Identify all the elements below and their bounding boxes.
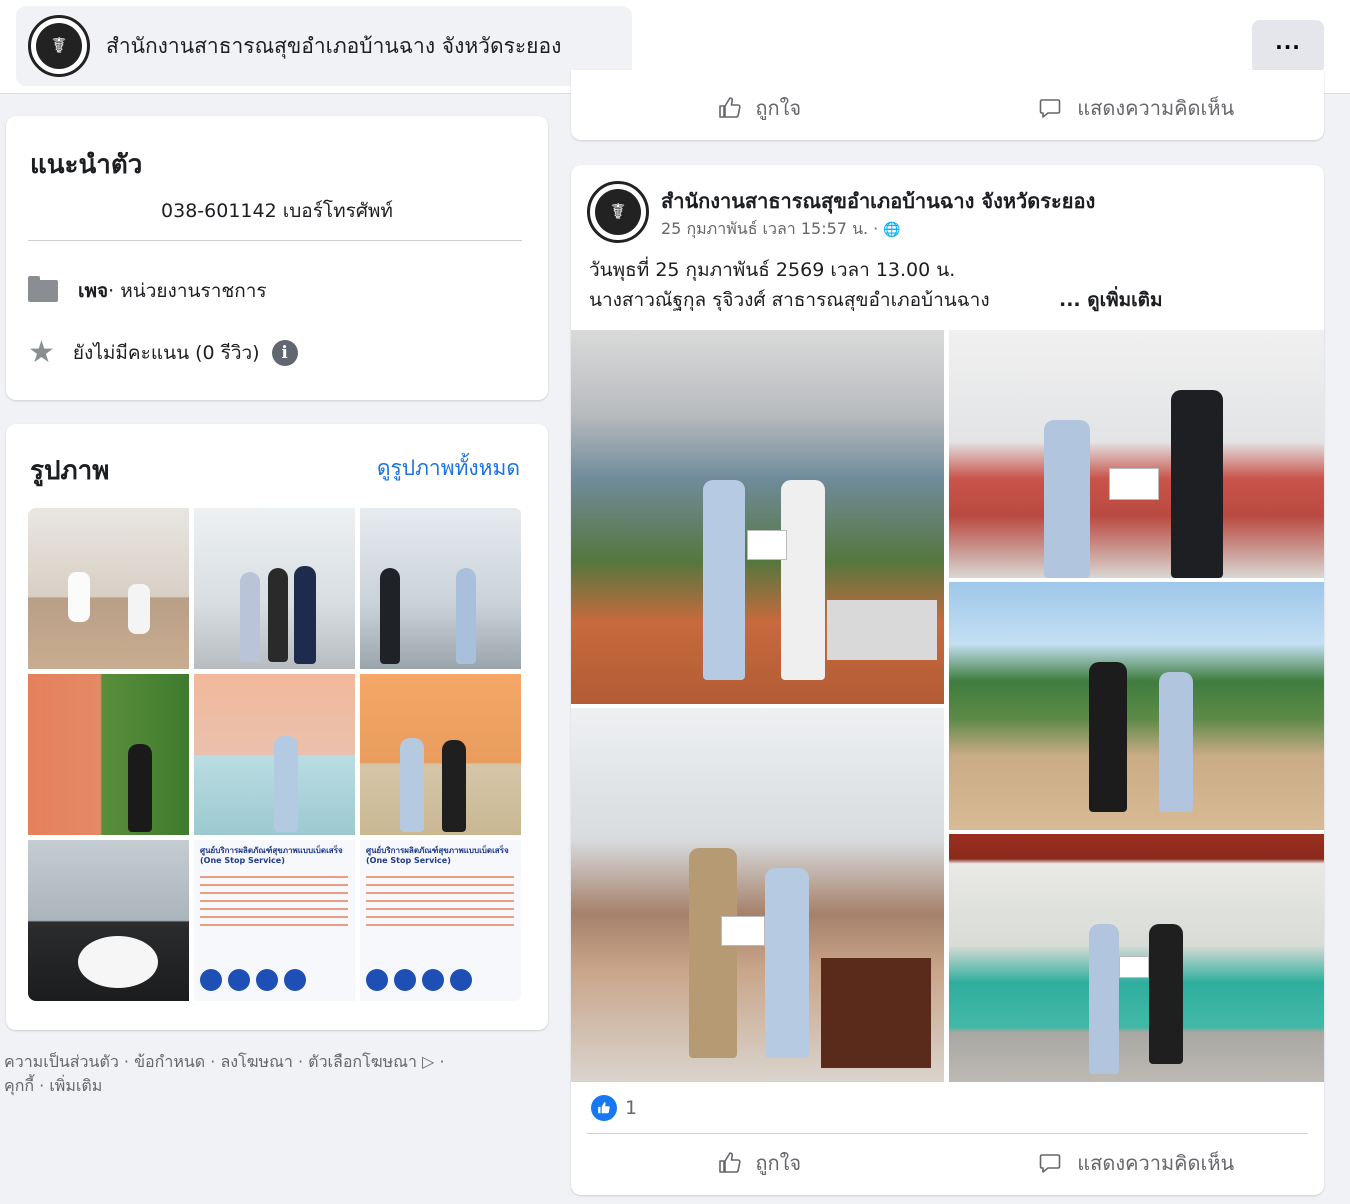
person-figure (1089, 924, 1119, 1074)
post-card: ☤ สำนักงานสาธารณสุขอำเภอบ้านฉาง จังหวัดร… (571, 165, 1324, 1195)
divider (587, 1133, 1308, 1134)
poster-text-block (200, 876, 348, 926)
rating-row: ★ ยังไม่มีคะแนน (0 รีวิว) i (28, 338, 298, 368)
person-figure (456, 568, 476, 664)
photo-thumbnail[interactable] (360, 508, 521, 669)
person-figure (400, 738, 424, 832)
certificate (721, 916, 765, 946)
photo-grid: ศูนย์บริการผลิตภัณฑ์สุขภาพแบบเบ็ดเสร็จ (… (28, 508, 522, 1001)
see-more-link[interactable]: ... ดูเพิ่มเติม (1059, 285, 1163, 315)
person-figure (1089, 662, 1127, 812)
see-all-photos-link[interactable]: ดูรูปภาพทั้งหมด (377, 452, 520, 485)
reaction-count: 1 (625, 1097, 638, 1119)
star-icon: ★ (28, 335, 55, 370)
photo-thumbnail[interactable] (194, 674, 355, 835)
post-photo[interactable] (949, 330, 1324, 578)
comment-label: แสดงความคิดเห็น (1077, 96, 1235, 120)
post-photo-grid (571, 330, 1324, 1082)
wooden-chair (821, 958, 931, 1068)
category-label: · หน่วยงานราชการ (108, 280, 267, 302)
comment-button[interactable]: แสดงความคิดเห็น (948, 92, 1325, 124)
photos-card: รูปภาพ ดูรูปภาพทั้งหมด ศูนย์บริการผลิตภั… (6, 424, 548, 1030)
post-author[interactable]: สำนักงานสาธารณสุขอำเภอบ้านฉาง จังหวัดระย… (661, 185, 1095, 217)
post-photo[interactable] (571, 330, 944, 704)
person-figure (1044, 420, 1090, 578)
poster-text-block (366, 876, 514, 926)
photo-thumbnail[interactable]: ศูนย์บริการผลิตภัณฑ์สุขภาพแบบเบ็ดเสร็จ (… (194, 840, 355, 1001)
person-figure (781, 480, 825, 680)
comment-icon (1039, 99, 1061, 118)
like-label: ถูกใจ (755, 1151, 802, 1175)
post-photo[interactable] (949, 834, 1324, 1082)
post-text-line1: วันพุธที่ 25 กุมภาพันธ์ 2569 เวลา 13.00 … (589, 259, 956, 281)
rating-label: ยังไม่มีคะแนน (0 รีวิว) (72, 342, 260, 364)
more-options-button[interactable]: ··· (1252, 20, 1324, 74)
intro-card: แนะนำตัว 038-601142 เบอร์โทรศัพท์ เพจ · … (6, 116, 548, 400)
folder-icon (28, 276, 58, 302)
like-label: ถูกใจ (755, 96, 802, 120)
photo-thumbnail[interactable]: ศูนย์บริการผลิตภัณฑ์สุขภาพแบบเบ็ดเสร็จ (… (360, 840, 521, 1001)
page-name: สำนักงานสาธารณสุขอำเภอบ้านฉาง จังหวัดระย… (106, 33, 562, 58)
footer-links-line2[interactable]: คุกกี้ · เพิ่มเติม (4, 1074, 552, 1098)
photo-thumbnail[interactable] (28, 840, 189, 1001)
post-text-line2: นางสาวณัฐกุล รุจิวงศ์ สาธารณสุขอำเภอบ้าน… (589, 289, 990, 311)
phone-number: 038-601142 เบอร์โทรศัพท์ (161, 200, 393, 222)
like-button[interactable]: ถูกใจ (571, 92, 948, 124)
action-bar: ถูกใจ แสดงความคิดเห็น (571, 92, 1324, 124)
divider (28, 240, 522, 241)
category-row: เพจ · หน่วยงานราชการ (28, 276, 267, 306)
person-figure (765, 868, 809, 1058)
certificate (747, 530, 787, 560)
person-figure (703, 480, 745, 680)
post-timestamp[interactable]: 25 กุมภาพันธ์ เวลา 15:57 น. · 🌐 (661, 217, 901, 242)
caduceus-icon: ☤ (36, 23, 82, 69)
comment-icon (1039, 1154, 1061, 1173)
person-figure (689, 848, 737, 1058)
thumbs-up-icon (719, 1152, 742, 1173)
footer-links: ความเป็นส่วนตัว · ข้อกำหนด · ลงโฆษณา · ต… (4, 1050, 552, 1098)
person-figure (442, 740, 466, 832)
photo-thumbnail[interactable] (194, 508, 355, 669)
photo-thumbnail[interactable] (28, 508, 189, 669)
certificate (1109, 468, 1159, 500)
photos-title: รูปภาพ (30, 456, 110, 486)
photo-thumbnail[interactable] (360, 674, 521, 835)
category-prefix: เพจ (78, 280, 109, 302)
like-button[interactable]: ถูกใจ (571, 1147, 948, 1179)
info-icon[interactable]: i (271, 340, 298, 366)
action-bar: ถูกใจ แสดงความคิดเห็น (571, 1147, 1324, 1179)
comment-label: แสดงความคิดเห็น (1077, 1151, 1235, 1175)
person-figure (268, 568, 288, 662)
caduceus-icon: ☤ (595, 189, 641, 235)
globe-icon: 🌐 (883, 222, 901, 238)
poster-icons (366, 969, 472, 991)
person-figure (240, 572, 260, 662)
like-reaction-icon (591, 1095, 617, 1121)
page-logo: ☤ (28, 15, 90, 77)
intro-title: แนะนำตัว (30, 150, 143, 180)
previous-post-actions: ถูกใจ แสดงความคิดเห็น (571, 70, 1324, 140)
photo-thumbnail[interactable] (28, 674, 189, 835)
person-figure (1149, 924, 1183, 1064)
person-figure (1171, 390, 1223, 578)
reaction-summary[interactable]: 1 (591, 1095, 637, 1121)
person-figure (294, 566, 316, 664)
person-figure (274, 736, 298, 832)
person-figure (380, 568, 400, 664)
poster-heading: ศูนย์บริการผลิตภัณฑ์สุขภาพแบบเบ็ดเสร็จ (… (200, 846, 343, 865)
bench (827, 600, 937, 660)
post-photo[interactable] (949, 582, 1324, 830)
poster-icons (200, 969, 306, 991)
certificate (1119, 956, 1149, 978)
post-photo[interactable] (571, 708, 944, 1082)
comment-button[interactable]: แสดงความคิดเห็น (948, 1147, 1325, 1179)
footer-links-line1[interactable]: ความเป็นส่วนตัว · ข้อกำหนด · ลงโฆษณา · ต… (4, 1050, 552, 1074)
thumbs-up-icon (719, 97, 742, 118)
person-figure (128, 744, 152, 832)
person-figure (1159, 672, 1193, 812)
page-name-chip[interactable]: ☤ สำนักงานสาธารณสุขอำเภอบ้านฉาง จังหวัดร… (16, 6, 632, 86)
post-date: 25 กุมภาพันธ์ เวลา 15:57 น. · (661, 219, 884, 238)
post-avatar[interactable]: ☤ (587, 181, 649, 243)
poster-heading: ศูนย์บริการผลิตภัณฑ์สุขภาพแบบเบ็ดเสร็จ (… (366, 846, 509, 865)
